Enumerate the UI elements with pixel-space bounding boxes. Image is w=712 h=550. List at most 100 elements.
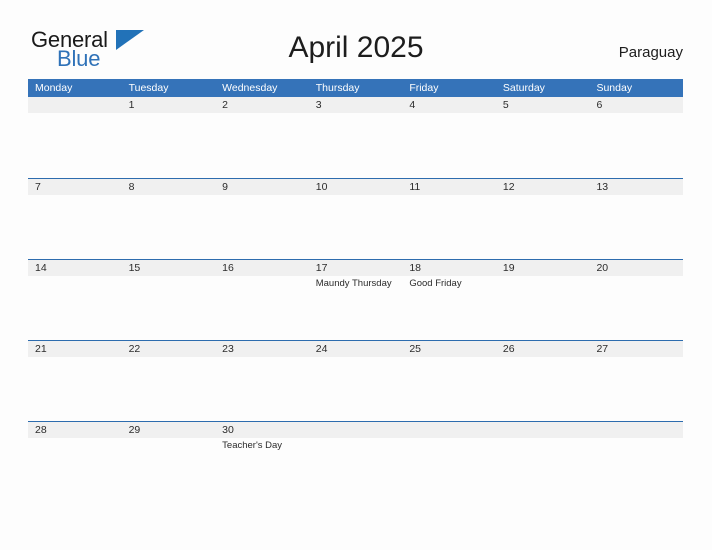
week-date-band: 21 22 23 24 25 26 27 — [28, 341, 683, 357]
day-number[interactable]: 17 — [309, 260, 403, 276]
weekday-header-saturday: Saturday — [502, 82, 545, 94]
day-number[interactable]: 23 — [215, 341, 309, 357]
day-number[interactable]: 6 — [589, 97, 683, 113]
day-number[interactable]: 16 — [215, 260, 309, 276]
day-number[interactable]: 1 — [122, 97, 216, 113]
day-number[interactable]: 2 — [215, 97, 309, 113]
day-event-label: Maundy Thursday — [315, 278, 392, 289]
day-cell[interactable] — [215, 195, 309, 258]
week-event-body — [28, 357, 683, 420]
day-cell[interactable] — [122, 357, 216, 420]
day-number[interactable]: 21 — [28, 341, 122, 357]
day-number[interactable]: 9 — [215, 179, 309, 195]
calendar-week-row: 14 15 16 17 18 19 20 Maundy Thursday Good Friday — [28, 259, 683, 340]
day-number[interactable]: 11 — [402, 179, 496, 195]
day-cell[interactable] — [122, 195, 216, 258]
calendar-weeks: 1 2 3 4 5 6 7 8 9 10 11 12 13 14 15 16 17 18 19 20 Maundy Th… — [28, 97, 683, 502]
weekday-header-row: Monday Tuesday Wednesday Thursday Friday… — [28, 79, 683, 97]
day-cell — [309, 438, 403, 501]
day-cell — [402, 438, 496, 501]
week-date-band: 28 29 30 — [28, 422, 683, 438]
calendar-page: General Blue April 2025 Paraguay Monday … — [0, 0, 712, 550]
page-title: April 2025 — [288, 31, 424, 64]
calendar-week-row: 7 8 9 10 11 12 13 — [28, 178, 683, 259]
calendar-week-row: 123456 — [28, 97, 683, 178]
weekday-header-thursday: Thursday — [315, 82, 360, 94]
day-number[interactable]: 25 — [402, 341, 496, 357]
day-cell[interactable] — [122, 113, 216, 176]
calendar-week-row: 28 29 30 Teacher's Day — [28, 421, 683, 502]
weekday-header-sunday: Sunday — [596, 82, 633, 94]
day-number[interactable]: 28 — [28, 422, 122, 438]
day-number[interactable]: 19 — [496, 260, 590, 276]
day-cell[interactable] — [122, 276, 216, 339]
weekday-header-friday: Friday — [409, 82, 439, 94]
day-number-empty — [402, 422, 496, 438]
week-event-body — [28, 113, 683, 176]
locale-label: Paraguay — [618, 44, 683, 61]
day-cell[interactable] — [589, 195, 683, 258]
weekday-header-tuesday: Tuesday — [128, 82, 169, 94]
day-cell[interactable] — [215, 357, 309, 420]
page-header: General Blue April 2025 Paraguay — [0, 0, 712, 79]
day-cell[interactable]: Teacher's Day — [215, 438, 309, 501]
weekday-header-wednesday: Wednesday — [222, 82, 278, 94]
week-event-body: Maundy Thursday Good Friday — [28, 276, 683, 339]
calendar-grid: Monday Tuesday Wednesday Thursday Friday… — [28, 79, 683, 502]
day-cell[interactable] — [309, 113, 403, 176]
day-cell[interactable] — [496, 276, 590, 339]
day-number[interactable]: 27 — [589, 341, 683, 357]
day-number[interactable]: 26 — [496, 341, 590, 357]
day-cell[interactable] — [28, 438, 122, 501]
day-number[interactable]: 4 — [402, 97, 496, 113]
day-number[interactable]: 14 — [28, 260, 122, 276]
day-cell[interactable] — [28, 195, 122, 258]
day-number-empty — [496, 422, 590, 438]
day-number[interactable]: 8 — [122, 179, 216, 195]
day-number-empty — [309, 422, 403, 438]
day-cell[interactable] — [589, 113, 683, 176]
day-number[interactable]: 18 — [402, 260, 496, 276]
day-cell[interactable] — [496, 357, 590, 420]
day-number-empty — [589, 422, 683, 438]
day-number[interactable]: 22 — [122, 341, 216, 357]
day-number[interactable]: 5 — [496, 97, 590, 113]
day-cell[interactable] — [402, 113, 496, 176]
day-number[interactable]: 29 — [122, 422, 216, 438]
day-cell — [496, 438, 590, 501]
day-number[interactable]: 20 — [589, 260, 683, 276]
day-cell[interactable] — [122, 438, 216, 501]
day-number[interactable]: 15 — [122, 260, 216, 276]
day-cell[interactable] — [215, 276, 309, 339]
day-number-empty — [28, 97, 122, 113]
day-cell[interactable] — [215, 113, 309, 176]
day-cell[interactable] — [589, 276, 683, 339]
day-cell[interactable] — [28, 357, 122, 420]
day-number[interactable]: 30 — [215, 422, 309, 438]
week-event-body: Teacher's Day — [28, 438, 683, 501]
day-number[interactable]: 24 — [309, 341, 403, 357]
week-date-band: 7 8 9 10 11 12 13 — [28, 179, 683, 195]
day-cell[interactable] — [309, 357, 403, 420]
day-cell[interactable] — [496, 113, 590, 176]
day-number[interactable]: 12 — [496, 179, 590, 195]
day-cell[interactable]: Maundy Thursday — [309, 276, 403, 339]
day-cell[interactable] — [309, 195, 403, 258]
day-cell — [589, 438, 683, 501]
day-number[interactable]: 7 — [28, 179, 122, 195]
day-cell[interactable]: Good Friday — [402, 276, 496, 339]
day-event-label: Good Friday — [409, 278, 462, 289]
day-cell[interactable] — [402, 357, 496, 420]
calendar-week-row: 21 22 23 24 25 26 27 — [28, 340, 683, 421]
week-date-band: 14 15 16 17 18 19 20 — [28, 260, 683, 276]
day-cell[interactable] — [28, 276, 122, 339]
day-number[interactable]: 13 — [589, 179, 683, 195]
day-number[interactable]: 10 — [309, 179, 403, 195]
day-cell[interactable] — [496, 195, 590, 258]
day-cell — [28, 113, 122, 176]
week-event-body — [28, 195, 683, 258]
day-event-label: Teacher's Day — [222, 440, 283, 451]
day-number[interactable]: 3 — [309, 97, 403, 113]
day-cell[interactable] — [402, 195, 496, 258]
day-cell[interactable] — [589, 357, 683, 420]
